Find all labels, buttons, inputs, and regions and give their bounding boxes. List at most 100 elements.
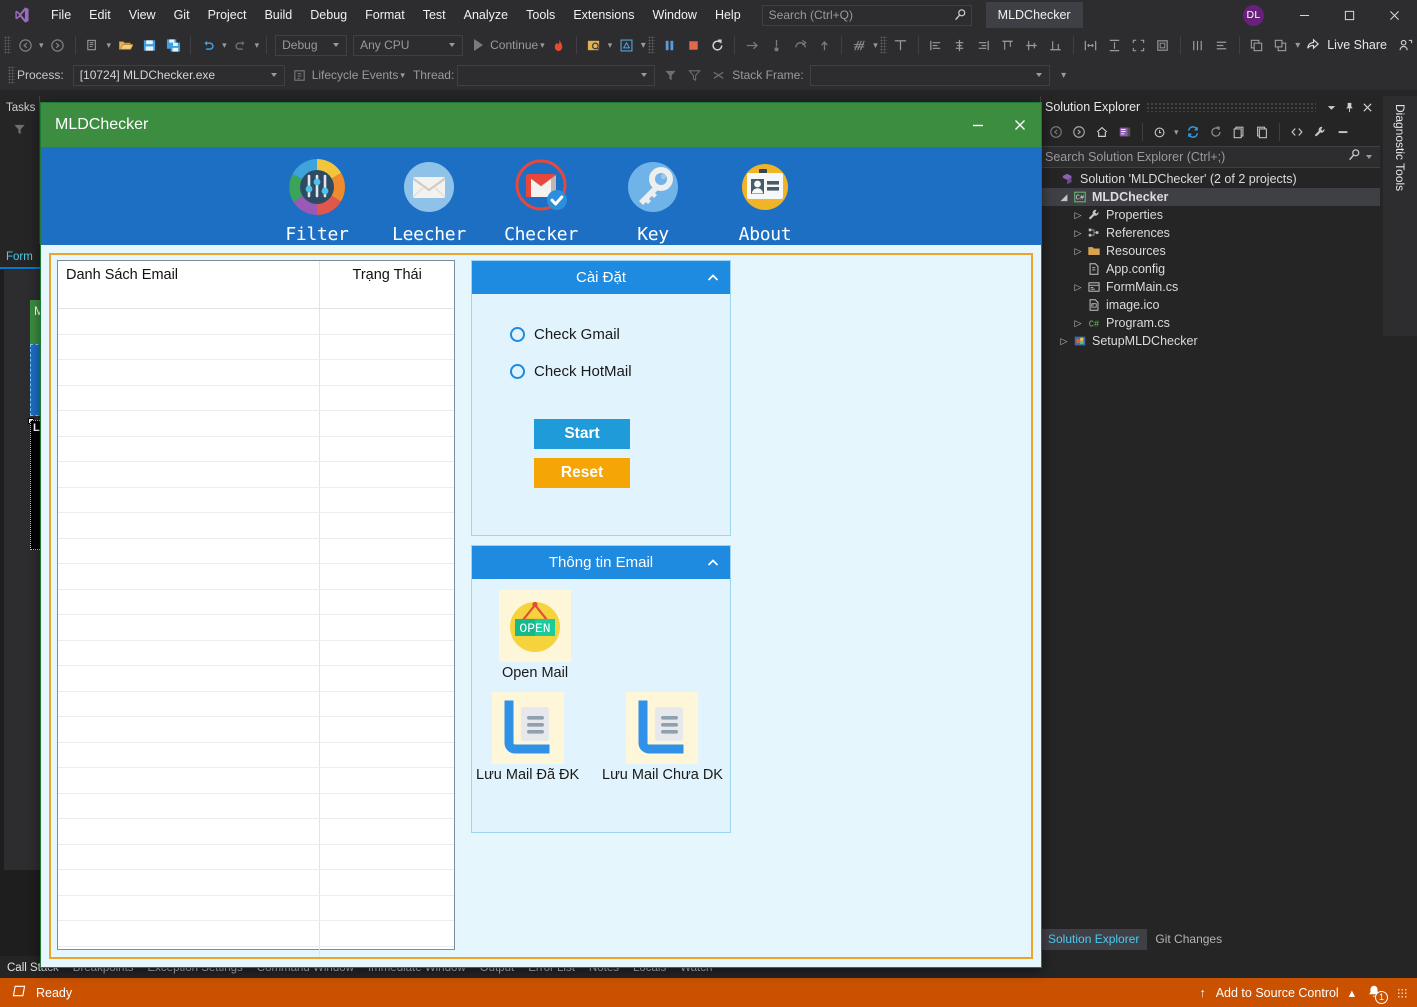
- continue-play-icon[interactable]: [466, 33, 490, 57]
- grid-cell-status[interactable]: [320, 947, 454, 958]
- grid-cell-email[interactable]: [58, 538, 321, 563]
- table-row[interactable]: [58, 844, 454, 870]
- make-vertical-spacing-equal-icon[interactable]: [1210, 33, 1234, 57]
- hot-reload-icon[interactable]: [547, 33, 571, 57]
- twisty-collapsed-icon[interactable]: ▷: [1071, 228, 1085, 239]
- grid-cell-status[interactable]: [320, 717, 454, 742]
- redo-dropdown-icon[interactable]: ▾: [255, 40, 260, 51]
- diagnostic-tools-tab[interactable]: Diagnostic Tools: [1383, 96, 1417, 336]
- grid-column-header-email[interactable]: Danh Sách Email: [58, 261, 321, 308]
- debug-target-dropdown-icon[interactable]: ▾: [608, 40, 613, 51]
- redo-icon[interactable]: [229, 33, 253, 57]
- restart-icon[interactable]: [705, 33, 729, 57]
- resize-grip[interactable]: [1397, 987, 1407, 998]
- radio-check-gmail[interactable]: Check Gmail: [472, 326, 730, 343]
- toolbar-overflow-icon[interactable]: ▾: [1293, 40, 1303, 51]
- twisty-collapsed-icon[interactable]: ▷: [1071, 318, 1085, 329]
- lifecycle-events-label[interactable]: Lifecycle Events: [312, 68, 399, 82]
- search-options-chevron-icon[interactable]: [1366, 155, 1372, 159]
- source-control-chevron-icon[interactable]: ▴: [1349, 985, 1355, 1000]
- menu-debug[interactable]: Debug: [301, 0, 356, 30]
- grid-cell-status[interactable]: [320, 513, 454, 538]
- grid-cell-email[interactable]: [58, 691, 321, 716]
- grid-cell-status[interactable]: [320, 462, 454, 487]
- table-row[interactable]: [58, 538, 454, 564]
- make-horizontal-spacing-equal-icon[interactable]: [1186, 33, 1210, 57]
- table-row[interactable]: [58, 334, 454, 360]
- menu-format[interactable]: Format: [356, 0, 414, 30]
- table-row[interactable]: [58, 487, 454, 513]
- nav-button-about[interactable]: About: [709, 155, 821, 245]
- table-row[interactable]: [58, 870, 454, 896]
- wrench-icon[interactable]: [1309, 121, 1331, 143]
- table-row[interactable]: [58, 742, 454, 768]
- disassembly-icon[interactable]: [847, 33, 871, 57]
- grid-cell-status[interactable]: [320, 564, 454, 589]
- tree-node-properties[interactable]: ▷ Properties: [1041, 206, 1380, 224]
- form-designer-tab[interactable]: Form: [0, 246, 40, 269]
- grid-cell-status[interactable]: [320, 488, 454, 513]
- navigate-backward-dropdown-icon[interactable]: ▾: [39, 40, 44, 51]
- align-centers-icon[interactable]: [948, 33, 972, 57]
- tile-save-unregistered-mail[interactable]: Lưu Mail Chưa DK: [602, 692, 723, 783]
- grid-cell-status[interactable]: [320, 411, 454, 436]
- step-into-icon[interactable]: [764, 33, 788, 57]
- twisty-collapsed-icon[interactable]: ▷: [1057, 336, 1071, 347]
- toolbar-overflow-icon[interactable]: ▾: [1059, 70, 1069, 81]
- menu-window[interactable]: Window: [643, 0, 705, 30]
- toolbar-grip[interactable]: [8, 66, 15, 84]
- undo-dropdown-icon[interactable]: ▾: [222, 40, 227, 51]
- grid-cell-email[interactable]: [58, 844, 321, 869]
- reset-button[interactable]: Reset: [534, 458, 630, 488]
- table-row[interactable]: [58, 640, 454, 666]
- continue-dropdown-icon[interactable]: ▾: [540, 40, 545, 51]
- pending-changes-dropdown-icon[interactable]: ▾: [1174, 127, 1179, 138]
- grid-cell-status[interactable]: [320, 615, 454, 640]
- size-to-grid-icon[interactable]: [1151, 33, 1175, 57]
- nav-button-key[interactable]: Key: [597, 155, 709, 245]
- tree-node-app-config[interactable]: App.config: [1041, 260, 1380, 278]
- grid-cell-status[interactable]: [320, 666, 454, 691]
- notifications-button[interactable]: 1: [1365, 984, 1388, 1004]
- table-row[interactable]: [58, 946, 454, 958]
- app-minimize-button[interactable]: [957, 103, 999, 147]
- open-file-icon[interactable]: [113, 33, 137, 57]
- navigate-forward-icon[interactable]: [46, 33, 70, 57]
- tree-node-image-ico[interactable]: image.ico: [1041, 296, 1380, 314]
- grid-cell-email[interactable]: [58, 946, 321, 957]
- chevron-up-icon[interactable]: [706, 556, 720, 570]
- grid-cell-email[interactable]: [58, 666, 321, 691]
- grid-cell-status[interactable]: [320, 768, 454, 793]
- new-project-icon[interactable]: [81, 33, 105, 57]
- nav-button-filter[interactable]: Filter: [261, 155, 373, 245]
- pin-icon[interactable]: [1340, 98, 1358, 116]
- grid-cell-email[interactable]: [58, 589, 321, 614]
- table-row[interactable]: [58, 717, 454, 743]
- grid-cell-email[interactable]: [58, 385, 321, 410]
- grid-column-header-status[interactable]: Trạng Thái: [320, 261, 454, 308]
- search-icon[interactable]: [1347, 148, 1361, 167]
- dock-tab-solution-explorer[interactable]: Solution Explorer: [1040, 929, 1148, 950]
- align-top-edges-icon[interactable]: [996, 33, 1020, 57]
- toolbar-grip[interactable]: [648, 36, 656, 54]
- grid-cell-email[interactable]: [58, 334, 321, 359]
- table-row[interactable]: [58, 615, 454, 641]
- forward-icon[interactable]: [1068, 121, 1090, 143]
- settings-panel-header[interactable]: Cài Đặt: [472, 261, 730, 294]
- menu-file[interactable]: File: [42, 0, 80, 30]
- tile-save-registered-mail[interactable]: Lưu Mail Đã ĐK: [476, 692, 579, 783]
- table-row[interactable]: [58, 411, 454, 437]
- grid-cell-email[interactable]: [58, 436, 321, 461]
- tree-node-solution[interactable]: Solution 'MLDChecker' (2 of 2 projects): [1041, 170, 1380, 188]
- email-panel-header[interactable]: Thông tin Email: [472, 546, 730, 579]
- properties-pages-icon[interactable]: [1251, 121, 1273, 143]
- grid-cell-email[interactable]: [58, 360, 321, 385]
- solution-search-input[interactable]: [1045, 150, 1347, 164]
- menu-test[interactable]: Test: [414, 0, 455, 30]
- view-code-icon[interactable]: [1286, 121, 1308, 143]
- window-menu-chevron-icon[interactable]: [1322, 98, 1340, 116]
- align-tops-icon[interactable]: [889, 33, 913, 57]
- menu-tools[interactable]: Tools: [517, 0, 564, 30]
- lifecycle-events-icon[interactable]: [288, 63, 312, 87]
- solution-view-icon[interactable]: [1114, 121, 1136, 143]
